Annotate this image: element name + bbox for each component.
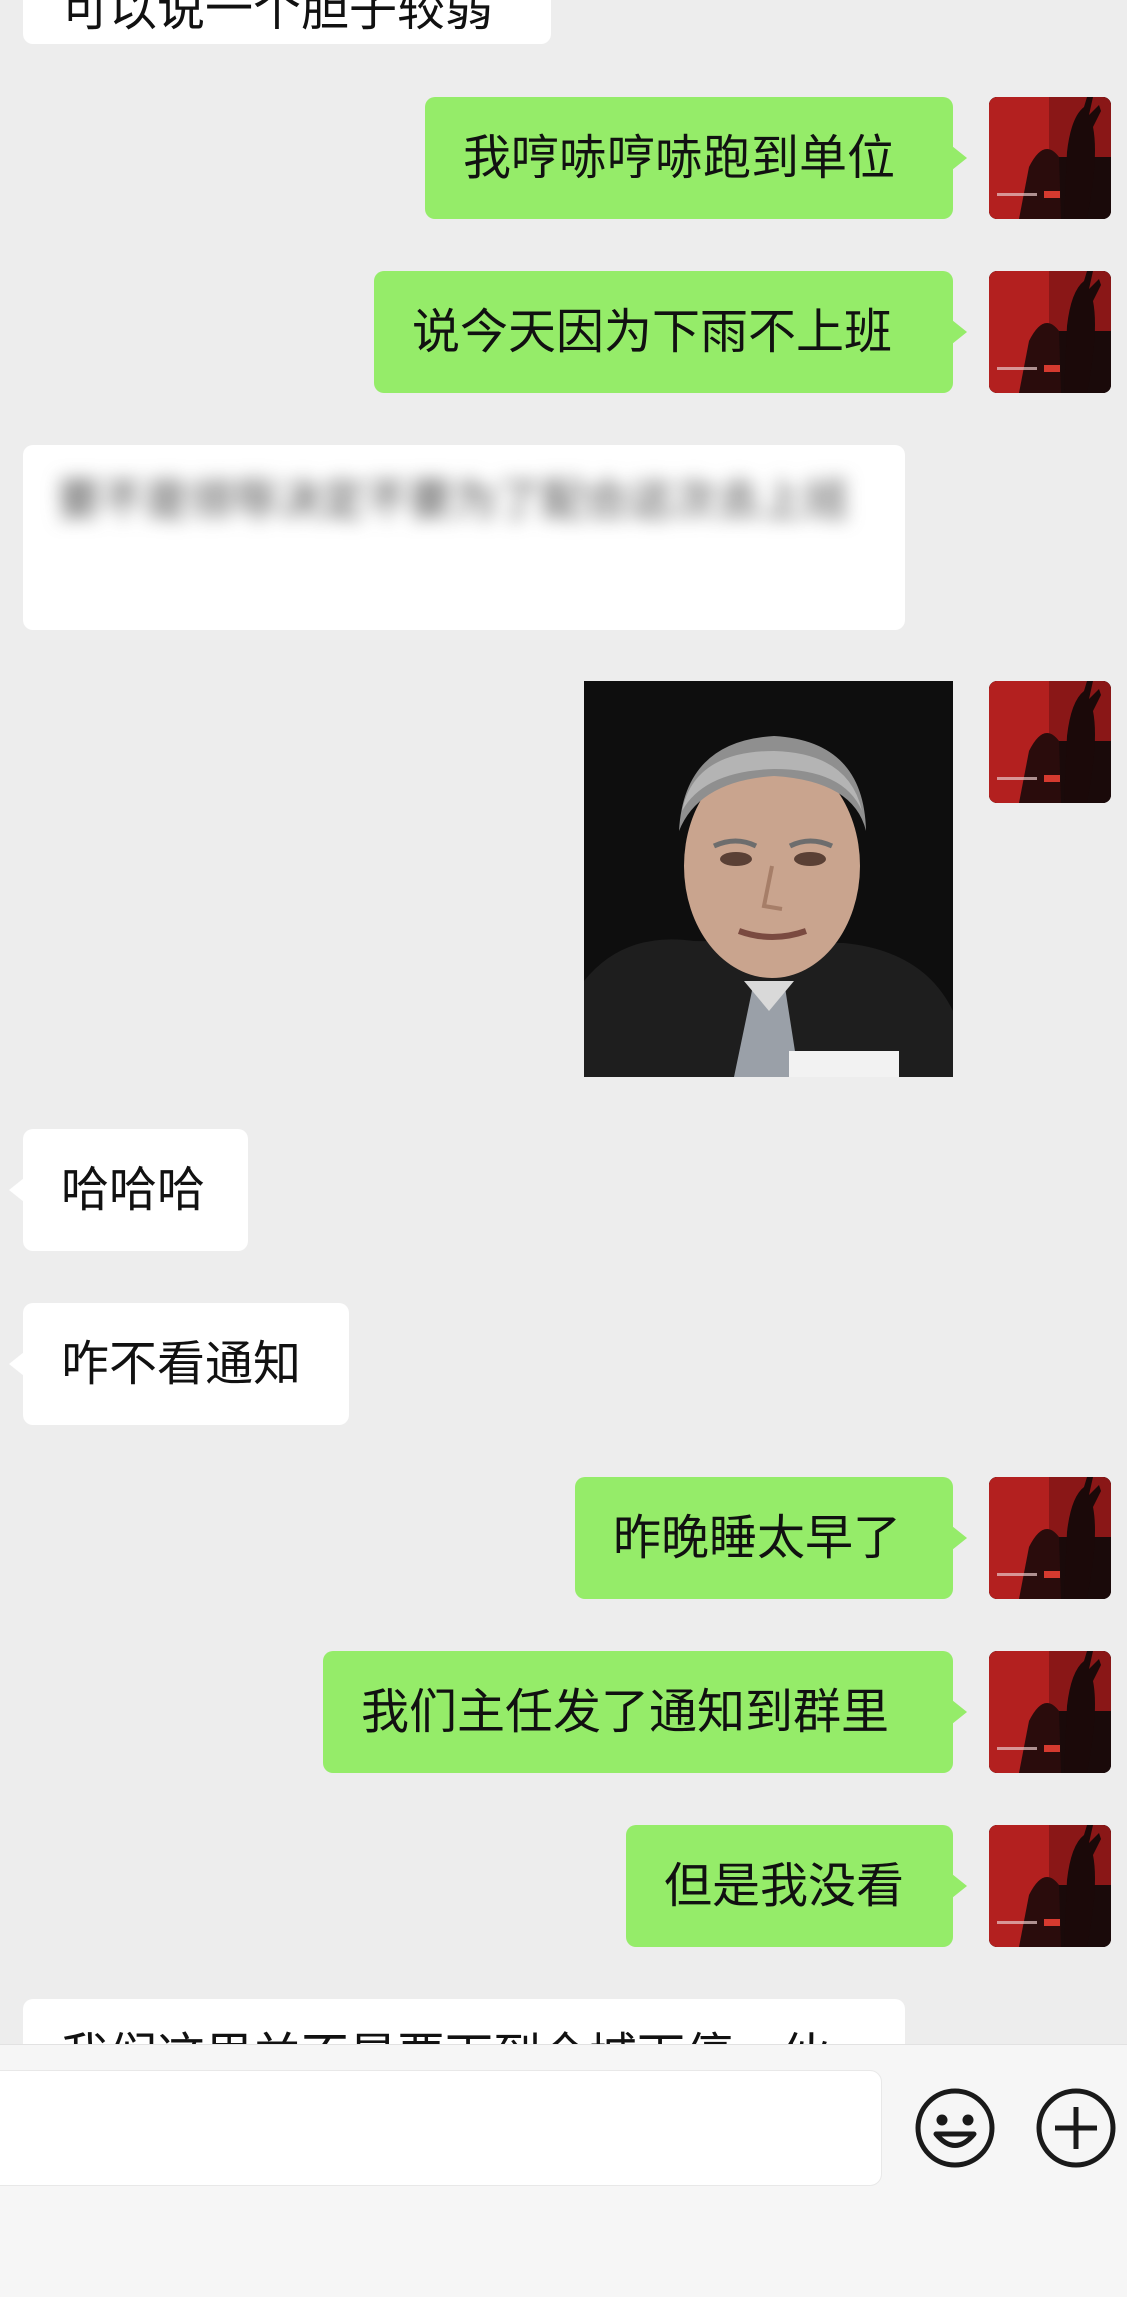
my-avatar[interactable] xyxy=(989,271,1111,393)
avatar-image xyxy=(989,1651,1111,1773)
message-text: 说今天因为下雨不上班 xyxy=(412,304,893,360)
chat-input-bar xyxy=(0,2044,1127,2297)
image-message[interactable] xyxy=(584,681,953,1077)
incoming-message-bubble[interactable]: 咋不看通知 xyxy=(9,1303,349,1425)
incoming-message-bubble-blurred[interactable]: 要不是领导决定不要为了配合这次去上班 xyxy=(23,445,905,630)
message-text: 我哼哧哼哧跑到单位 xyxy=(463,130,896,186)
smiley-face-icon[interactable] xyxy=(914,2087,996,2169)
avatar-image xyxy=(989,271,1111,393)
outgoing-message-bubble[interactable]: 昨晚睡太早了 xyxy=(575,1477,967,1599)
blurred-message-text: 要不是领导决定不要为了配合这次去上班 xyxy=(57,475,849,526)
message-text: 昨晚睡太早了 xyxy=(613,1510,902,1566)
message-input[interactable] xyxy=(0,2070,882,2186)
message-text: 哈哈哈 xyxy=(61,1162,206,1218)
my-avatar[interactable] xyxy=(989,1651,1111,1773)
photo-older-man-in-suit xyxy=(584,681,953,1077)
avatar-image xyxy=(989,1477,1111,1599)
message-text: 可以说一个胆子较弱 xyxy=(61,0,494,37)
plus-circle-icon[interactable] xyxy=(1035,2087,1117,2169)
message-text: 我们主任发了通知到群里 xyxy=(361,1684,890,1740)
outgoing-message-bubble[interactable]: 我们主任发了通知到群里 xyxy=(323,1651,967,1773)
incoming-message-bubble[interactable]: 可以说一个胆子较弱 xyxy=(23,0,551,44)
my-avatar[interactable] xyxy=(989,1825,1111,1947)
avatar-image xyxy=(989,1825,1111,1947)
my-avatar[interactable] xyxy=(989,681,1111,803)
incoming-message-bubble[interactable]: 哈哈哈 xyxy=(9,1129,248,1251)
outgoing-message-bubble[interactable]: 我哼哧哼哧跑到单位 xyxy=(425,97,967,219)
outgoing-message-bubble[interactable]: 说今天因为下雨不上班 xyxy=(374,271,967,393)
outgoing-message-bubble[interactable]: 但是我没看 xyxy=(626,1825,967,1947)
message-text: 但是我没看 xyxy=(664,1858,905,1914)
my-avatar[interactable] xyxy=(989,1477,1111,1599)
avatar-image xyxy=(989,681,1111,803)
message-text: 咋不看通知 xyxy=(61,1336,302,1392)
my-avatar[interactable] xyxy=(989,97,1111,219)
avatar-image xyxy=(989,97,1111,219)
